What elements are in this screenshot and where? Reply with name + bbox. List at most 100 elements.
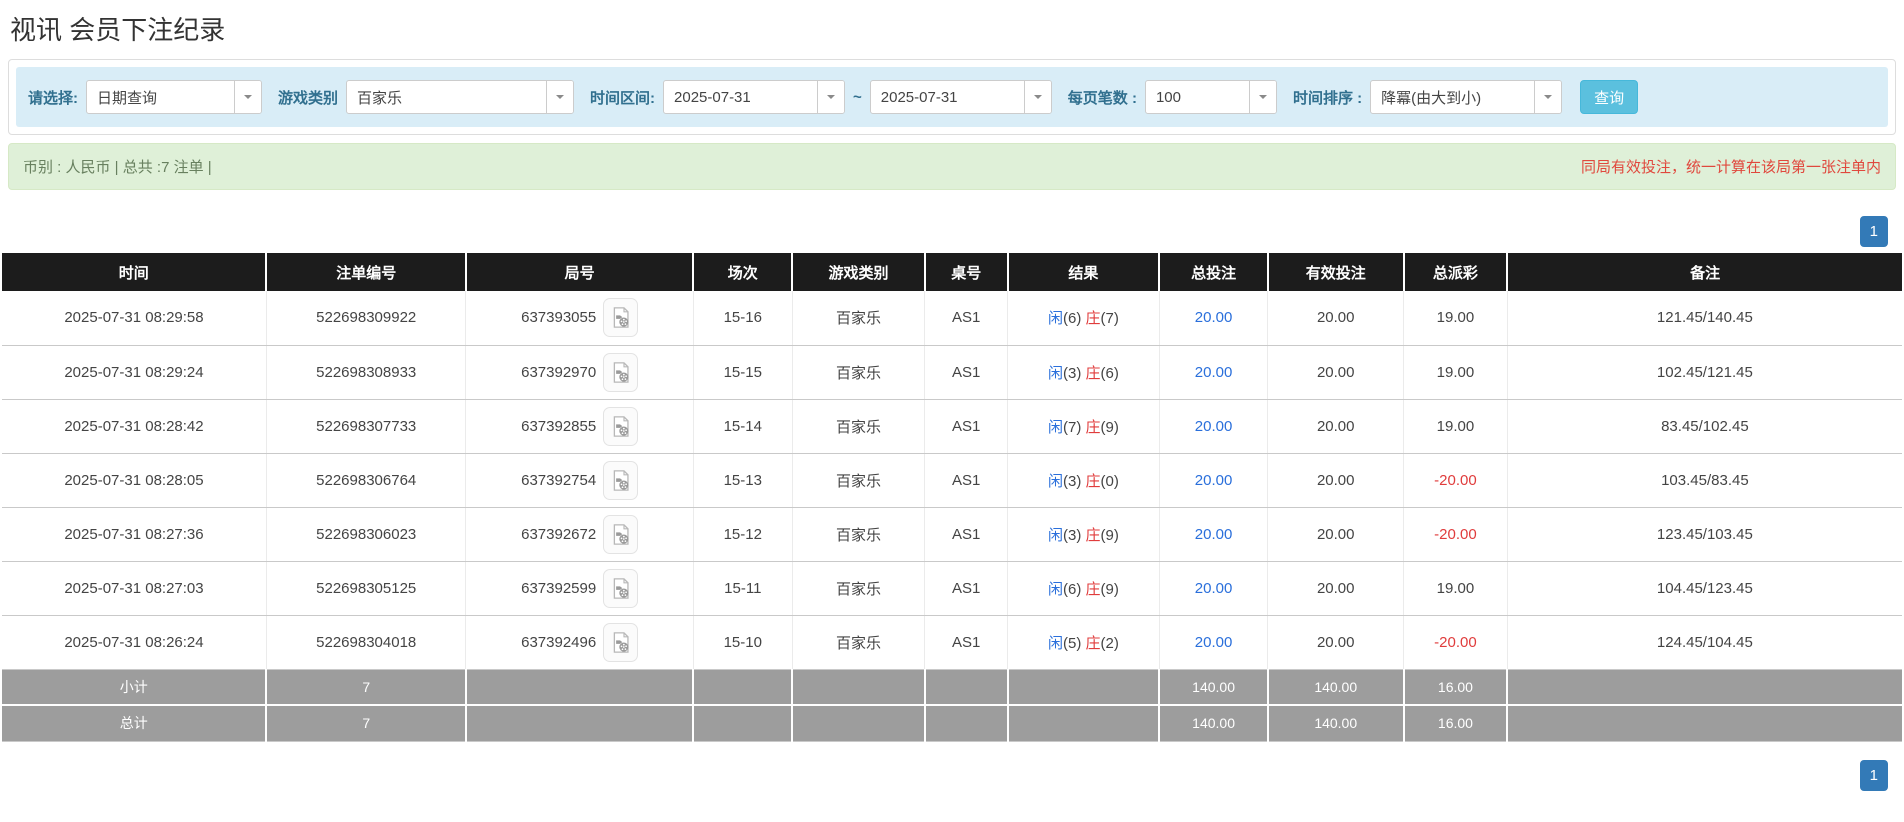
cell-bet-id: 522698305125 <box>266 561 467 616</box>
video-record-icon <box>613 469 629 491</box>
caret-down-icon[interactable] <box>546 81 574 113</box>
video-record-icon <box>613 523 629 545</box>
video-record-icon <box>613 415 629 437</box>
cell-game-type: 百家乐 <box>792 561 926 616</box>
cell-payout: -20.00 <box>1403 507 1508 562</box>
result-banker-label: 庄 <box>1085 310 1101 328</box>
caret-down-icon[interactable] <box>1023 81 1051 113</box>
cell-valid-bet: 20.00 <box>1267 615 1405 670</box>
result-banker-label: 庄 <box>1085 364 1101 382</box>
page-1-button[interactable]: 1 <box>1859 759 1888 791</box>
time-sort-select[interactable]: 降冪(由大到小) <box>1370 80 1563 114</box>
cell-valid-bet: 20.00 <box>1267 561 1405 616</box>
time-sort-label: 时间排序 : <box>1292 89 1363 107</box>
search-button[interactable]: 查询 <box>1580 80 1639 114</box>
cell-round-id: 637392496 <box>465 615 694 670</box>
video-record-icon <box>613 361 629 383</box>
total-label: 总计 <box>2 705 268 742</box>
page-1-button[interactable]: 1 <box>1859 216 1888 247</box>
subtotal-payout: 16.00 <box>1403 669 1509 706</box>
page-size-select[interactable]: 100 <box>1144 80 1277 114</box>
result-player-points: (6) <box>1063 310 1082 328</box>
result-banker-label: 庄 <box>1085 418 1101 436</box>
cell-session: 15-14 <box>693 399 793 454</box>
grand-total-row: 总计 7 140.00 140.00 16.00 <box>2 705 1902 742</box>
cell-valid-bet: 20.00 <box>1267 399 1405 454</box>
filter-bar: 请选择: 日期查询 游戏类别 百家乐 时间区间: 2025-07-31 ~ 20… <box>16 67 1888 127</box>
video-record-button[interactable] <box>603 352 639 392</box>
result-banker-points: (7) <box>1100 310 1119 328</box>
cell-total-bet: 20.00 <box>1159 615 1269 670</box>
page-size-value: 100 <box>1155 88 1181 106</box>
cell-valid-bet: 20.00 <box>1267 345 1405 400</box>
video-record-button[interactable] <box>603 514 639 554</box>
table-row: 2025-07-31 08:28:05 522698306764 6373927… <box>2 453 1902 508</box>
cell-game-type: 百家乐 <box>792 453 926 508</box>
cell-bet-id: 522698304018 <box>266 615 467 670</box>
caret-down-icon[interactable] <box>817 81 845 113</box>
video-record-icon <box>613 577 629 599</box>
total-count: 7 <box>266 705 467 742</box>
date-to-value: 2025-07-31 <box>880 88 958 106</box>
result-banker-points: (9) <box>1100 526 1119 544</box>
total-bet-link[interactable]: 20.00 <box>1195 364 1233 381</box>
cell-time: 2025-07-31 08:29:58 <box>2 291 267 346</box>
header-remark: 备注 <box>1507 253 1902 291</box>
video-record-icon <box>613 631 629 653</box>
cell-result: 闲(6) 庄(9) <box>1007 561 1160 616</box>
result-banker-points: (9) <box>1100 418 1119 436</box>
cell-result: 闲(7) 庄(9) <box>1007 399 1160 454</box>
video-record-button[interactable] <box>603 406 639 446</box>
caret-down-icon[interactable] <box>1248 81 1276 113</box>
cell-result: 闲(3) 庄(0) <box>1007 453 1160 508</box>
caret-down-icon[interactable] <box>1534 81 1562 113</box>
round-id-text: 637392599 <box>521 579 597 597</box>
cell-valid-bet: 20.00 <box>1267 507 1405 562</box>
game-type-select[interactable]: 百家乐 <box>346 80 575 114</box>
cell-payout: 19.00 <box>1403 291 1508 346</box>
video-record-button[interactable] <box>603 568 639 608</box>
cell-total-bet: 20.00 <box>1159 291 1269 346</box>
cell-session: 15-16 <box>693 291 793 346</box>
date-mode-label: 请选择: <box>28 89 78 107</box>
result-player-points: (3) <box>1063 472 1082 490</box>
time-sort-value: 降冪(由大到小) <box>1381 89 1482 107</box>
result-player-points: (5) <box>1063 634 1082 652</box>
cell-total-bet: 20.00 <box>1159 345 1269 400</box>
cell-session: 15-13 <box>693 453 793 508</box>
total-bet-link[interactable]: 20.00 <box>1195 580 1233 597</box>
total-valid-bet: 140.00 <box>1267 705 1405 742</box>
caret-down-icon[interactable] <box>234 81 261 113</box>
result-player-label: 闲 <box>1047 580 1063 598</box>
date-mode-select[interactable]: 日期查询 <box>86 80 262 114</box>
cell-total-bet: 20.00 <box>1159 507 1269 562</box>
cell-table-no: AS1 <box>924 453 1009 508</box>
total-bet-link[interactable]: 20.00 <box>1195 472 1233 489</box>
game-type-select-value: 百家乐 <box>357 89 403 107</box>
round-id-text: 637392970 <box>521 363 597 381</box>
total-bet-link[interactable]: 20.00 <box>1195 526 1233 543</box>
cell-time: 2025-07-31 08:28:05 <box>2 453 267 508</box>
video-record-button[interactable] <box>603 460 639 500</box>
total-bet-link[interactable]: 20.00 <box>1195 418 1233 435</box>
video-record-button[interactable] <box>603 298 639 338</box>
total-bet-link[interactable]: 20.00 <box>1195 634 1233 651</box>
subtotal-label: 小计 <box>2 669 268 706</box>
total-bet-link[interactable]: 20.00 <box>1195 309 1233 326</box>
result-player-points: (3) <box>1063 364 1082 382</box>
video-record-button[interactable] <box>603 622 639 662</box>
round-id-text: 637393055 <box>521 309 597 327</box>
cell-round-id: 637392599 <box>465 561 694 616</box>
cell-valid-bet: 20.00 <box>1267 291 1405 346</box>
round-id-text: 637392672 <box>521 525 597 543</box>
cell-result: 闲(3) 庄(9) <box>1007 507 1160 562</box>
table-header-row: 时间 注单编号 局号 场次 游戏类别 桌号 结果 总投注 有效投注 总派彩 备注 <box>2 253 1902 291</box>
cell-payout: 19.00 <box>1403 399 1508 454</box>
date-from-select[interactable]: 2025-07-31 <box>663 80 846 114</box>
time-range-label: 时间区间: <box>590 89 656 107</box>
result-player-points: (3) <box>1063 526 1082 544</box>
header-bet-id: 注单编号 <box>266 253 467 291</box>
subtotal-count: 7 <box>266 669 467 706</box>
result-player-points: (7) <box>1063 418 1082 436</box>
date-to-select[interactable]: 2025-07-31 <box>869 80 1052 114</box>
